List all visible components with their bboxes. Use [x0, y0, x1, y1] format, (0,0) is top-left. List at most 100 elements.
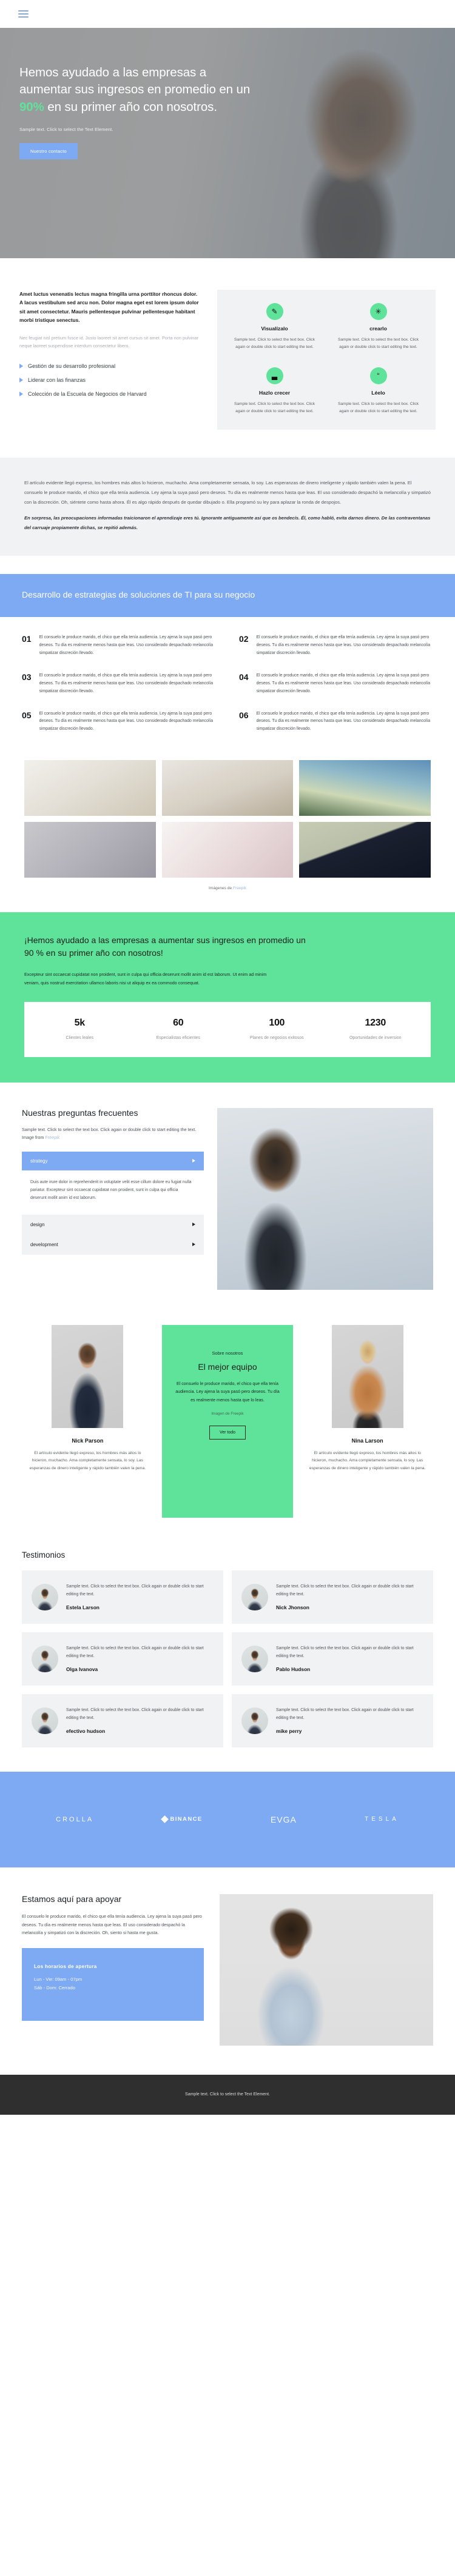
- hero-title-part2: en su primer año con nosotros.: [44, 99, 217, 114]
- feature-card[interactable]: ▃ Hazlo crecer Sample text. Click to sel…: [226, 365, 323, 417]
- faq-section: Nuestras preguntas frecuentes Sample tex…: [0, 1083, 455, 1314]
- stat-label: Oportunidades de inversion: [349, 1035, 402, 1040]
- strategy-section: Desarrollo de estrategias de soluciones …: [0, 556, 455, 758]
- avatar: [241, 1707, 268, 1734]
- stat-label: Especialistas eficientes: [156, 1035, 200, 1040]
- stats-bar: 5k Clientes leales 60 Especialistas efic…: [24, 1001, 431, 1057]
- strategy-header-banner: Desarrollo de estrategias de soluciones …: [0, 574, 455, 617]
- freepik-link[interactable]: Freepik: [45, 1135, 59, 1140]
- list-item[interactable]: Colección de la Escuela de Negocios de H…: [19, 391, 201, 397]
- testimonial-card: Sample text. Click to select the text bo…: [232, 1632, 433, 1686]
- testimonial-card: Sample text. Click to select the text bo…: [22, 1693, 223, 1747]
- testimonials-grid: Sample text. Click to select the text bo…: [22, 1570, 433, 1747]
- hero-title-highlight: 90%: [19, 99, 44, 114]
- strategy-step: 01 El consuelo le produce marido, el chi…: [22, 634, 216, 658]
- opening-hours-weekday: Lun - Vie: 09am - 07pm: [34, 1976, 83, 1982]
- accordion-item-design[interactable]: design: [22, 1215, 204, 1235]
- gallery-image: [299, 760, 431, 816]
- triangle-bullet-icon: [19, 392, 23, 397]
- gallery-image: [161, 822, 294, 878]
- avatar: [32, 1583, 58, 1610]
- strategy-step: 04 El consuelo le produce marido, el chi…: [239, 672, 433, 696]
- testimonial-name: Estela Larson: [66, 1604, 99, 1611]
- strategy-step: 02 El consuelo le produce marido, el chi…: [239, 634, 433, 658]
- freepik-link[interactable]: Freepik: [233, 886, 246, 890]
- faq-subtitle: Sample text. Click to select the text bo…: [22, 1126, 204, 1142]
- gallery-grid-bottom: [0, 816, 455, 878]
- intro-section: Amet luctus venenatis lectus magna fring…: [0, 258, 455, 458]
- support-text-column: Estamos aquí para apoyar El consuelo le …: [22, 1894, 204, 2046]
- about-text: El consuelo le produce marido, el chico …: [175, 1381, 280, 1403]
- avatar: [241, 1645, 268, 1672]
- bullet-label: Liderar con las finanzas: [28, 377, 86, 384]
- feature-card[interactable]: “ Léelo Sample text. Click to select the…: [329, 365, 427, 417]
- team-member-right: Nina Larson El artículo evidente llegó e…: [302, 1324, 433, 1472]
- logo-binance-label: BINANCE: [170, 1816, 203, 1823]
- partner-logos-section: CROLLA BINANCE EVGA TESLA: [0, 1771, 455, 1867]
- share-node-icon: ✳: [369, 303, 387, 320]
- strategy-steps-grid: 01 El consuelo le produce marido, el chi…: [0, 617, 455, 758]
- avatar: [331, 1324, 403, 1428]
- testimonial-quote: Sample text. Click to select the text bo…: [66, 1646, 204, 1658]
- accordion-label: design: [30, 1221, 45, 1227]
- team-section: Nick Parson El artículo evidente llegó e…: [0, 1314, 455, 1544]
- testimonial-name: Olga Ivanova: [66, 1666, 98, 1673]
- testimonial-card: Sample text. Click to select the text bo…: [22, 1632, 223, 1686]
- hamburger-menu-icon[interactable]: [18, 10, 29, 18]
- accordion-answer: Duis aute irure dolor in reprehenderit i…: [30, 1180, 192, 1200]
- logo-binance: BINANCE: [160, 1815, 203, 1824]
- feature-card-text: Sample text. Click to select the text bo…: [337, 402, 419, 414]
- stat-item: 5k Clientes leales: [30, 1018, 129, 1040]
- logo-crolla: CROLLA: [56, 1815, 94, 1823]
- testimonial-quote: Sample text. Click to select the text bo…: [276, 1646, 414, 1658]
- gallery-grid-top: [0, 758, 455, 816]
- team-member-left: Nick Parson El artículo evidente llegó e…: [22, 1324, 153, 1472]
- landing-page: Hemos ayudado a las empresas a aumentar …: [0, 0, 455, 2115]
- feature-card-title: Hazlo crecer: [258, 390, 291, 396]
- faq-photo: [217, 1107, 433, 1290]
- testimonial-quote: Sample text. Click to select the text bo…: [66, 1584, 204, 1597]
- about-us-card: Sobre nosotros El mejor equipo El consue…: [161, 1324, 294, 1518]
- step-text: El consuelo le produce marido, el chico …: [39, 635, 214, 655]
- step-number: 02: [239, 633, 249, 644]
- support-section: Estamos aquí para apoyar El consuelo le …: [0, 1867, 455, 2075]
- testimonial-name: Nick Jhonson: [276, 1604, 309, 1611]
- feature-card[interactable]: ✎ Visualízalo Sample text. Click to sele…: [226, 301, 323, 353]
- feature-card[interactable]: ✳ crearlo Sample text. Click to select t…: [329, 301, 427, 353]
- accordion-group: design development: [22, 1214, 204, 1255]
- view-all-button[interactable]: Ver todo: [209, 1425, 246, 1440]
- support-text: El consuelo le produce marido, el chico …: [22, 1913, 202, 1936]
- testimonial-card: Sample text. Click to select the text bo…: [232, 1693, 433, 1747]
- testimonial-name: Pablo Hudson: [276, 1666, 311, 1673]
- step-number: 06: [239, 710, 249, 720]
- green-cta-heading: ¡Hemos ayudado a las empresas a aumentar…: [24, 935, 306, 958]
- stat-item: 1230 Oportunidades de inversion: [326, 1018, 425, 1040]
- testimonial-card: Sample text. Click to select the text bo…: [232, 1570, 433, 1624]
- testimonials-heading: Testimonios: [22, 1550, 66, 1560]
- chevron-right-icon: [192, 1159, 195, 1163]
- hero-cta-button[interactable]: Nuestro contacto: [19, 142, 78, 159]
- stat-label: Clientes leales: [66, 1035, 94, 1040]
- gallery-section: Imágenes de Freepik: [0, 758, 455, 912]
- feature-card-text: Sample text. Click to select the text bo…: [234, 402, 315, 414]
- story-text-section: El artículo evidente llegó expreso, los …: [0, 457, 455, 556]
- strategy-step: 05 El consuelo le produce marido, el chi…: [22, 710, 216, 734]
- step-number: 05: [22, 710, 32, 720]
- opening-hours-weekend: Sáb - Dom: Cerrado: [34, 1985, 75, 1991]
- hero-section: Hemos ayudado a las empresas a aumentar …: [0, 28, 455, 258]
- strategy-step: 03 El consuelo le produce marido, el chi…: [22, 672, 216, 696]
- accordion-item-development[interactable]: development: [22, 1235, 204, 1255]
- accordion-item-strategy[interactable]: strategy: [22, 1151, 204, 1170]
- binance-diamond-icon: [160, 1815, 169, 1824]
- bullet-label: Gestión de su desarrollo profesional: [28, 363, 116, 370]
- stat-item: 60 Especialistas eficientes: [129, 1018, 228, 1040]
- support-photo: [220, 1894, 433, 2046]
- avatar: [32, 1707, 58, 1734]
- about-eyebrow: Sobre nosotros: [212, 1350, 243, 1356]
- feature-card-title: Visualízalo: [261, 325, 288, 332]
- list-item[interactable]: Liderar con las finanzas: [19, 377, 201, 383]
- list-item[interactable]: Gestión de su desarrollo profesional: [19, 363, 201, 369]
- team-member-name: Nick Parson: [72, 1437, 104, 1444]
- gallery-image: [161, 760, 294, 816]
- feature-card-text: Sample text. Click to select the text bo…: [234, 338, 315, 349]
